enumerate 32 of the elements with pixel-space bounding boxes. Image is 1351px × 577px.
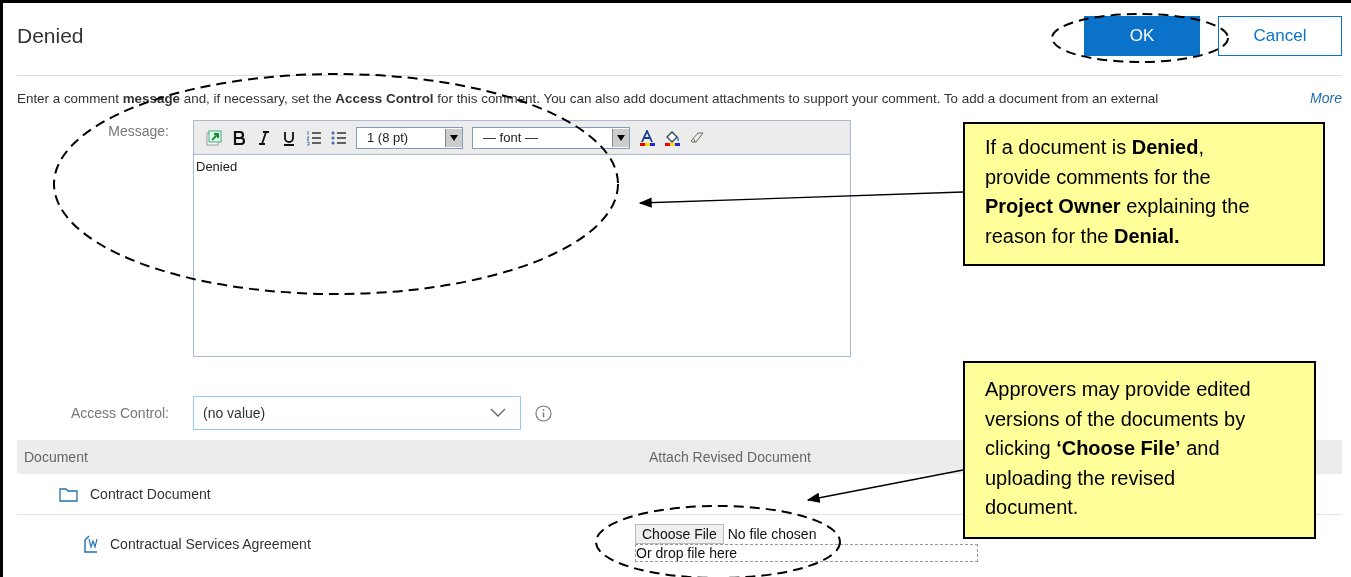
message-textarea[interactable]: Denied: [194, 155, 850, 356]
more-link[interactable]: More: [1310, 90, 1342, 106]
word-document-icon: [81, 533, 101, 554]
underline-icon[interactable]: [281, 129, 297, 146]
callout-note: If a document is Denied, provide comments for the Project Owner explaining the reason for the Denial.: [963, 122, 1325, 266]
numbered-list-icon[interactable]: [306, 129, 322, 146]
italic-icon[interactable]: [256, 129, 272, 146]
info-icon[interactable]: [535, 404, 552, 422]
text-color-icon[interactable]: [639, 129, 655, 146]
eraser-icon[interactable]: [689, 129, 705, 146]
dialog-title: Denied: [17, 24, 84, 48]
document-name: Contractual Services Agreement: [110, 535, 311, 552]
callout-note: Approvers may provide edited versions of the documents by clicking ‘Choose File’ and uploading the revised document.: [963, 361, 1316, 539]
column-header: Document: [23, 449, 89, 465]
bold-icon[interactable]: [231, 129, 247, 146]
document-name: Contract Document: [90, 486, 211, 502]
font-size-select[interactable]: 1 (8 pt): [356, 126, 463, 149]
chevron-down-icon: [490, 408, 506, 418]
ok-button[interactable]: OK: [1084, 16, 1200, 56]
message-label: Message:: [107, 122, 170, 141]
bullet-list-icon[interactable]: [331, 129, 347, 146]
font-select[interactable]: — font —: [472, 126, 630, 149]
cancel-button[interactable]: Cancel: [1218, 16, 1342, 56]
access-control-label: Access Control:: [69, 405, 170, 421]
column-header: Attach Revised Document: [648, 449, 811, 465]
insert-image-icon[interactable]: [206, 129, 222, 146]
fill-color-icon[interactable]: [664, 129, 680, 146]
file-status-text: No file chosen: [727, 525, 817, 542]
access-control-select[interactable]: (no value): [193, 396, 521, 430]
file-drop-zone[interactable]: Or drop file here: [635, 543, 978, 562]
choose-file-button[interactable]: Choose File: [635, 523, 724, 544]
folder-icon: [59, 486, 78, 502]
